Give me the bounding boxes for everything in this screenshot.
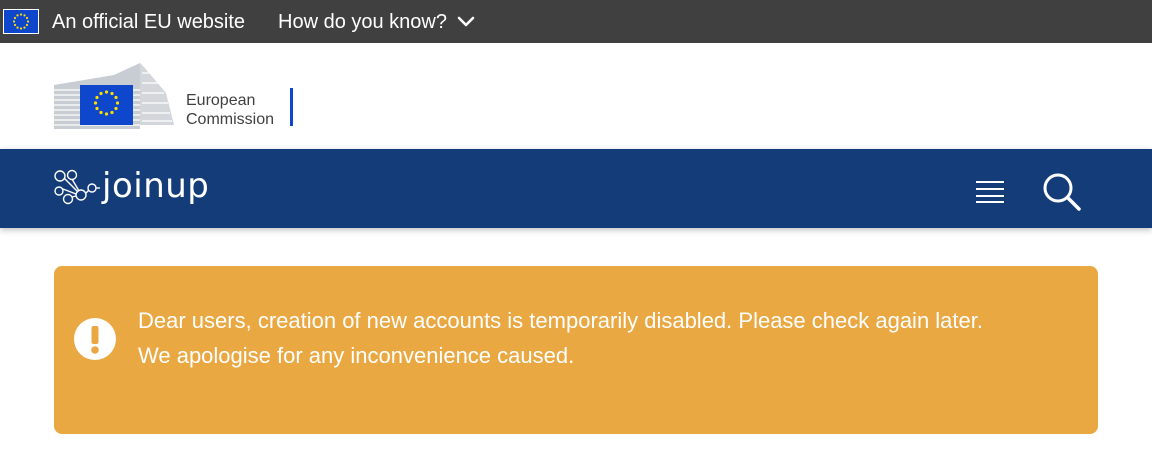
joinup-wordmark: joinup xyxy=(102,166,210,206)
how-do-you-know-label: How do you know? xyxy=(278,11,447,33)
how-do-you-know-button[interactable]: How do you know? xyxy=(278,11,475,33)
eu-flag-icon xyxy=(3,9,39,34)
chevron-down-icon xyxy=(457,16,475,27)
ec-line-2: Commission xyxy=(186,111,275,128)
european-commission-wordmark: European Commission xyxy=(186,91,274,129)
account-creation-alert: Dear users, creation of new accounts is … xyxy=(54,266,1098,434)
ec-divider xyxy=(290,88,293,126)
ec-line-1: European xyxy=(186,92,256,109)
eu-official-text: An official EU website xyxy=(52,11,246,33)
commission-header: European Commission xyxy=(0,43,1152,149)
search-icon[interactable] xyxy=(1042,172,1082,212)
eu-official-bar: An official EU website How do you know? xyxy=(0,0,1152,43)
alert-line-2: We apologise for any inconvenience cause… xyxy=(138,343,575,368)
hamburger-menu-icon[interactable] xyxy=(975,180,1005,204)
exclamation-icon xyxy=(74,318,116,360)
alert-message: Dear users, creation of new accounts is … xyxy=(138,303,1078,373)
alert-line-1: Dear users, creation of new accounts is … xyxy=(138,308,983,333)
